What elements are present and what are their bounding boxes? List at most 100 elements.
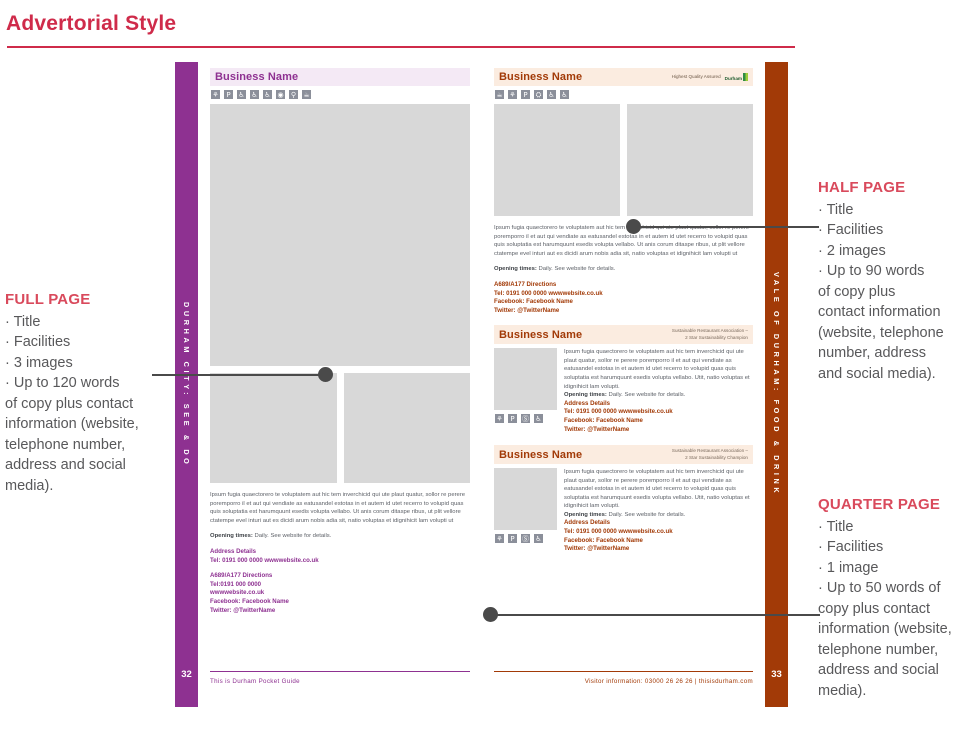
hearing-loop-icon[interactable]: ◉ [275, 89, 286, 100]
opening-times-label: Opening times: [210, 533, 253, 540]
quarter-advert-right-column: Ipsum fugia quaectorero te voluptatem au… [564, 348, 753, 434]
accessible-toilet-icon[interactable]: ⚘ [210, 89, 221, 100]
footer-divider [494, 671, 753, 672]
leader-dot-half-page [626, 219, 641, 234]
durham-logo-word: Durham [724, 76, 742, 81]
annotation-half-page: HALF PAGE · Title · Facilities · 2 image… [818, 178, 973, 384]
twitter-link[interactable]: Twitter: @TwitterName [564, 426, 753, 435]
parking-icon[interactable]: P [507, 532, 518, 544]
facebook-link[interactable]: Facebook: Facebook Name [494, 298, 753, 307]
contact-block-directions: A689/A177 Directions Tel:0191 000 0000 w… [210, 572, 470, 615]
right-page: VALE OF DURHAM: FOOD & DRINK 33 Business… [482, 62, 788, 707]
annotation-full-page: FULL PAGE · Title · Facilities · 3 image… [5, 290, 165, 496]
parking-icon[interactable]: P [520, 89, 531, 100]
durham-flag-icon [743, 73, 748, 81]
left-page: DURHAM CITY: SEE & DO 32 Business Name ⚘… [175, 62, 482, 707]
wheelchair-access-icon[interactable]: ♿ [546, 89, 557, 100]
contact-line[interactable]: Tel: 0191 000 0000 wwwwebsite.co.uk [210, 557, 470, 566]
facilities-row-quarter: ⚘ P Ⓢ ♿ [494, 413, 557, 425]
website-link[interactable]: wwwwebsite.co.uk [210, 589, 470, 598]
annotation-line: · Title [818, 518, 854, 535]
quarter-advert-left-column: ⚘ P Ⓢ ♿ [494, 348, 557, 434]
contact-line[interactable]: Tel:0191 000 0000 [210, 581, 470, 590]
accessible-toilet-icon[interactable]: ⚘ [494, 532, 505, 544]
annotation-line: address and social [5, 457, 126, 473]
sustainability-award-label: Sustainable Restaurant Association – 2 S… [671, 328, 748, 340]
no-dogs-icon[interactable]: Ⓢ [520, 413, 531, 425]
picnic-icon[interactable]: ⛭ [533, 89, 544, 100]
quarter-advert-left-column: ⚘ P Ⓢ ♿ [494, 467, 557, 554]
left-spine-label: DURHAM CITY: SEE & DO [182, 301, 191, 468]
accessible-toilet-icon[interactable]: ⚘ [507, 89, 518, 100]
contact-line[interactable]: Tel: 0191 000 0000 wwwwebsite.co.uk [564, 408, 753, 417]
leader-dot-quarter-page [483, 607, 498, 622]
opening-times: Opening times: Daily. See website for de… [564, 391, 753, 400]
annotation-line: media). [818, 682, 867, 699]
business-name: Business Name [499, 448, 583, 461]
right-page-footer: Visitor information: 03000 26 26 26 | th… [494, 665, 753, 685]
advert-image-secondary [627, 104, 753, 216]
contact-line: A689/A177 Directions [210, 572, 273, 580]
annotation-quarter-page: QUARTER PAGE · Title · Facilities · 1 im… [818, 495, 976, 701]
wheelchair-access-icon[interactable]: ♿ [533, 532, 544, 544]
annotation-line: number, address [818, 345, 927, 361]
quarter-advert-body: ⚘ P Ⓢ ♿ Ipsum fugia quaectorero te volup… [494, 348, 753, 434]
advert-header: Business Name Sustainable Restaurant Ass… [494, 325, 753, 345]
sustainability-award-label: Sustainable Restaurant Association – 2 S… [671, 448, 748, 460]
annotation-line: telephone number, [5, 436, 126, 453]
guide-dog-icon[interactable]: ⚲ [288, 89, 299, 100]
right-page-content: Business Name Highest Quality Assured Du… [482, 62, 765, 707]
advert-body-copy: Ipsum fugia quaectorero te voluptatem au… [564, 468, 750, 510]
advert-image-row [210, 373, 470, 483]
level-access-icon[interactable]: ♿ [262, 89, 273, 100]
page-title: Advertorial Style [6, 12, 177, 35]
full-page-advert: Business Name ⚘ P ♿ ♿ ♿ ◉ ⚲ ☕ Ipsum fugi… [210, 68, 470, 615]
annotation-line: media). [5, 477, 54, 494]
parking-icon[interactable]: P [223, 89, 234, 100]
advert-body-copy: Ipsum fugia quaectorero te voluptatem au… [564, 349, 750, 390]
assisted-wheelchair-icon[interactable]: ♿ [559, 89, 570, 100]
no-dogs-icon[interactable]: Ⓢ [520, 532, 531, 544]
refreshments-icon[interactable]: ☕ [301, 89, 312, 100]
annotation-line: · 2 images [818, 242, 886, 259]
quality-assured-badge: Highest Quality Assured Durham [672, 73, 748, 81]
annotation-line: address and social [818, 662, 939, 678]
facilities-row-full: ⚘ P ♿ ♿ ♿ ◉ ⚲ ☕ [210, 89, 470, 100]
annotation-line: · Facilities [5, 334, 71, 350]
facebook-link[interactable]: Facebook: Facebook Name [564, 537, 753, 546]
right-spine-label: VALE OF DURHAM: FOOD & DRINK [772, 272, 781, 497]
wheelchair-access-icon[interactable]: ♿ [533, 413, 544, 425]
quarter-page-advert-1: Business Name Sustainable Restaurant Ass… [494, 325, 753, 434]
accessible-toilet-icon[interactable]: ⚘ [494, 413, 505, 425]
annotation-half-page-heading: HALF PAGE [818, 179, 906, 196]
twitter-link[interactable]: Twitter: @TwitterName [494, 307, 753, 316]
twitter-link[interactable]: Twitter: @TwitterName [210, 607, 470, 616]
annotation-line: copy plus contact [818, 600, 931, 617]
annotation-line: · Up to 120 words [5, 375, 120, 391]
wheelchair-access-icon[interactable]: ♿ [249, 89, 260, 100]
assisted-wheelchair-icon[interactable]: ♿ [236, 89, 247, 100]
parking-icon[interactable]: P [507, 413, 518, 425]
advert-image-primary [210, 104, 470, 366]
quarter-advert-body: ⚘ P Ⓢ ♿ Ipsum fugia quaectorero te volup… [494, 467, 753, 554]
annotation-line: information (website, [5, 416, 139, 432]
annotation-line: · 3 images [5, 354, 73, 371]
advert-image-tertiary [343, 373, 470, 483]
contact-line: Address Details [564, 399, 611, 407]
opening-times-value: Daily. See website for details. [538, 266, 616, 273]
advert-body-copy: Ipsum fugia quaectorero te voluptatem au… [494, 225, 750, 257]
twitter-link[interactable]: Twitter: @TwitterName [564, 545, 753, 554]
annotation-line: · Title [5, 313, 41, 330]
opening-times-value: Daily. See website for details. [254, 533, 332, 540]
contact-line[interactable]: Tel: 0191 000 0000 wwwwebsite.co.uk [564, 528, 753, 537]
durham-logo-icon: Durham [725, 73, 748, 81]
refreshments-icon[interactable]: ☕ [494, 89, 505, 100]
leader-dot-full-page [318, 367, 333, 382]
annotation-line: · 1 image [818, 559, 879, 576]
facebook-link[interactable]: Facebook: Facebook Name [564, 417, 753, 426]
annotation-line: · Title [818, 201, 854, 218]
annotation-line: · Up to 90 words [818, 263, 925, 279]
contact-line[interactable]: Tel: 0191 000 0000 wwwwebsite.co.uk [494, 290, 753, 299]
facebook-link[interactable]: Facebook: Facebook Name [210, 598, 470, 607]
contact-line: Address Details [210, 547, 257, 555]
